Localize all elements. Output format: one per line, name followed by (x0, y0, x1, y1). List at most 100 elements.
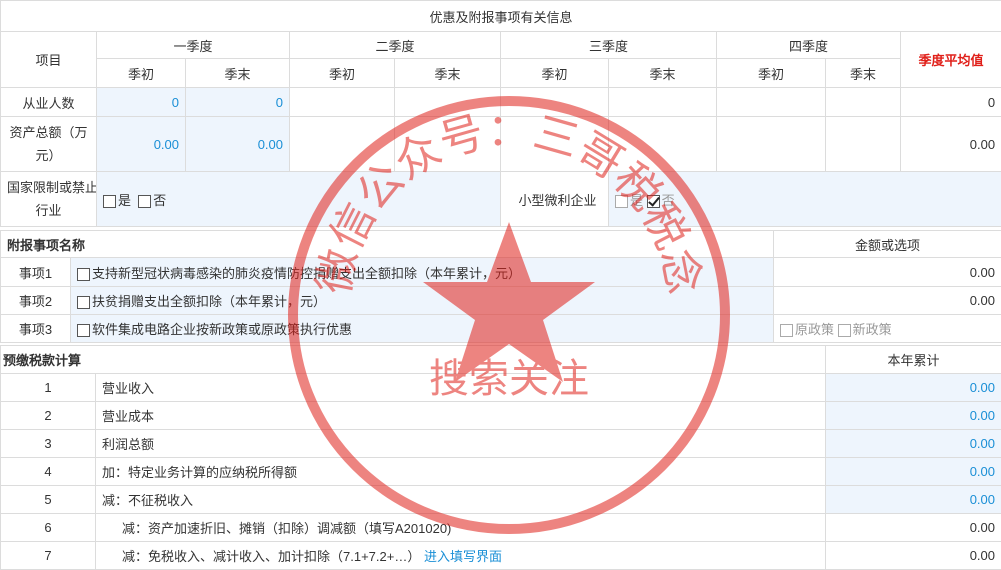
attached-items-name-header: 附报事项名称 (1, 231, 774, 258)
assets-label-line2: 元） (35, 148, 61, 163)
q3-start-header: 季初 (501, 59, 609, 88)
item-1-value: 0.00 (774, 258, 1001, 287)
employees-q2-start-cell (290, 88, 395, 117)
assets-average-value: 0.00 (901, 117, 1001, 172)
old-policy-label: 原政策 (795, 322, 834, 337)
item-2-label: 事项2 (1, 287, 71, 315)
row-4-value-input[interactable]: 0.00 (826, 458, 1001, 486)
tax-form: 优惠及附报事项有关信息 项目 一季度 二季度 三季度 四季度 季度平均值 季初 … (0, 0, 1001, 570)
row-4-number: 4 (1, 458, 96, 486)
q4-end-header: 季末 (826, 59, 901, 88)
employees-q3-start-cell (501, 88, 609, 117)
small-micro-yes-checkbox[interactable] (615, 195, 628, 208)
row-7-label-cell: 减：免税收入、减计收入、加计扣除（7.1+7.2+…） 进入填写界面 (96, 542, 826, 570)
row-5-value-input[interactable]: 0.00 (826, 486, 1001, 514)
employees-q4-start-cell (717, 88, 826, 117)
assets-label-line1: 资产总额（万 (9, 125, 87, 140)
row-7-number: 7 (1, 542, 96, 570)
assets-q2-start-cell (290, 117, 395, 172)
employees-label: 从业人数 (1, 88, 97, 117)
item-header: 项目 (1, 32, 97, 88)
item-1-desc: 支持新型冠状病毒感染的肺炎疫情防控捐赠支出全额扣除（本年累计，元） (92, 266, 521, 281)
attached-items-table: 附报事项名称 金额或选项 事项1 支持新型冠状病毒感染的肺炎疫情防控捐赠支出全额… (0, 230, 1001, 343)
restricted-yes-label: 是 (118, 193, 131, 208)
row-6-label: 减：资产加速折旧、摊销（扣除）调减额（填写A201020) (96, 514, 826, 542)
item-2-value: 0.00 (774, 287, 1001, 315)
assets-label: 资产总额（万 元） (1, 117, 97, 172)
row-3-label: 利润总额 (96, 430, 826, 458)
item-1-desc-cell: 支持新型冠状病毒感染的肺炎疫情防控捐赠支出全额扣除（本年累计，元） (71, 258, 774, 287)
assets-q2-end-cell (395, 117, 501, 172)
row-3-number: 3 (1, 430, 96, 458)
new-policy-checkbox[interactable] (838, 324, 851, 337)
row-6-value: 0.00 (826, 514, 1001, 542)
restricted-no-label: 否 (153, 193, 166, 208)
q4-start-header: 季初 (717, 59, 826, 88)
quarter-average-header: 季度平均值 (901, 32, 1001, 88)
row-6-number: 6 (1, 514, 96, 542)
new-policy-label: 新政策 (853, 322, 892, 337)
row-4-label: 加：特定业务计算的应纳税所得额 (96, 458, 826, 486)
year-cumulative-header: 本年累计 (826, 346, 1001, 374)
item-1-label: 事项1 (1, 258, 71, 287)
employees-average-value: 0 (901, 88, 1001, 117)
row-1-value-input[interactable]: 0.00 (826, 374, 1001, 402)
small-micro-label: 小型微利企业 (501, 172, 609, 227)
assets-q3-end-cell (609, 117, 717, 172)
q3-end-header: 季末 (609, 59, 717, 88)
item-3-desc-cell: 软件集成电路企业按新政策或原政策执行优惠 (71, 315, 774, 343)
prepaid-tax-table: 预缴税款计算 本年累计 1 营业收入 0.00 2 营业成本 0.00 3 利润… (0, 345, 1001, 570)
small-micro-options: 是 否 (609, 172, 1001, 227)
row-1-label: 营业收入 (96, 374, 826, 402)
item-3-label: 事项3 (1, 315, 71, 343)
item-3-options: 原政策 新政策 (774, 315, 1001, 343)
small-micro-yes-label: 是 (630, 193, 643, 208)
restricted-label-line2: 行业 (35, 203, 61, 218)
prepaid-tax-header: 预缴税款计算 (1, 346, 826, 374)
row-2-number: 2 (1, 402, 96, 430)
section-title: 优惠及附报事项有关信息 (1, 1, 1001, 32)
q1-start-header: 季初 (97, 59, 186, 88)
amount-or-option-header: 金额或选项 (774, 231, 1001, 258)
q2-start-header: 季初 (290, 59, 395, 88)
small-micro-no-label: 否 (662, 193, 675, 208)
row-7-value: 0.00 (826, 542, 1001, 570)
employees-q1-end-input[interactable]: 0 (186, 88, 290, 117)
row-1-number: 1 (1, 374, 96, 402)
row-7-label: 减：免税收入、减计收入、加计扣除（7.1+7.2+…） (122, 549, 420, 564)
small-micro-no-checkbox[interactable] (647, 195, 660, 208)
quarter-1-header: 一季度 (97, 32, 290, 59)
assets-q1-end-input[interactable]: 0.00 (186, 117, 290, 172)
employees-q2-end-cell (395, 88, 501, 117)
restricted-industry-label: 国家限制或禁止 行业 (1, 172, 97, 227)
assets-q4-start-cell (717, 117, 826, 172)
old-policy-checkbox[interactable] (780, 324, 793, 337)
enter-fill-link[interactable]: 进入填写界面 (424, 549, 502, 564)
quarter-4-header: 四季度 (717, 32, 901, 59)
row-2-label: 营业成本 (96, 402, 826, 430)
row-2-value-input[interactable]: 0.00 (826, 402, 1001, 430)
row-5-label: 减：不征税收入 (96, 486, 826, 514)
restricted-label-line1: 国家限制或禁止 (7, 180, 97, 195)
item-2-desc-cell: 扶贫捐赠支出全额扣除（本年累计，元） (71, 287, 774, 315)
employees-q1-start-input[interactable]: 0 (97, 88, 186, 117)
employees-q3-end-cell (609, 88, 717, 117)
quarter-2-header: 二季度 (290, 32, 501, 59)
assets-q1-start-input[interactable]: 0.00 (97, 117, 186, 172)
q1-end-header: 季末 (186, 59, 290, 88)
assets-q4-end-cell (826, 117, 901, 172)
item-2-desc: 扶贫捐赠支出全额扣除（本年累计，元） (92, 294, 326, 309)
quarter-info-table: 优惠及附报事项有关信息 项目 一季度 二季度 三季度 四季度 季度平均值 季初 … (0, 0, 1001, 227)
restricted-yes-checkbox[interactable] (103, 195, 116, 208)
q2-end-header: 季末 (395, 59, 501, 88)
restricted-no-checkbox[interactable] (138, 195, 151, 208)
row-3-value-input[interactable]: 0.00 (826, 430, 1001, 458)
quarter-3-header: 三季度 (501, 32, 717, 59)
assets-q3-start-cell (501, 117, 609, 172)
item-2-checkbox[interactable] (77, 296, 90, 309)
employees-q4-end-cell (826, 88, 901, 117)
row-5-number: 5 (1, 486, 96, 514)
item-3-desc: 软件集成电路企业按新政策或原政策执行优惠 (92, 322, 352, 337)
item-3-checkbox[interactable] (77, 324, 90, 337)
item-1-checkbox[interactable] (77, 268, 90, 281)
